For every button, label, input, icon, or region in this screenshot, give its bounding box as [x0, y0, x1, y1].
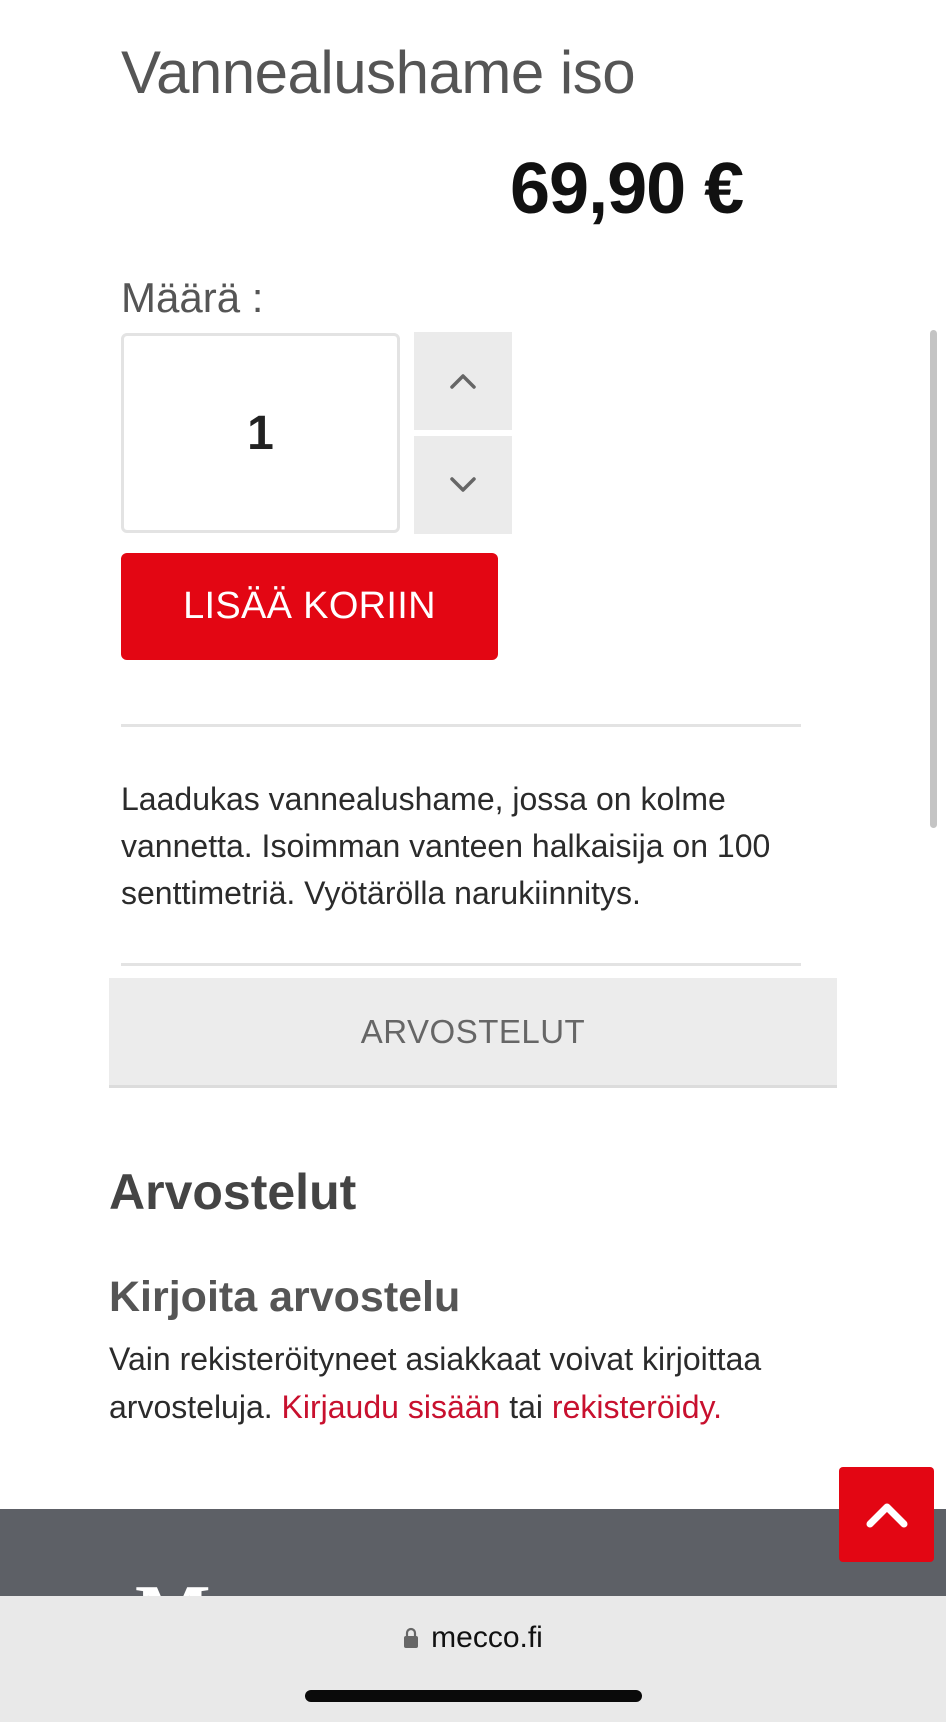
write-review-heading: Kirjoita arvostelu [109, 1273, 461, 1321]
tab-reviews[interactable]: ARVOSTELUT [109, 978, 837, 1088]
chevron-down-icon [450, 477, 476, 492]
login-link[interactable]: Kirjaudu sisään [282, 1389, 501, 1425]
quantity-decrease-button[interactable] [414, 436, 512, 534]
chevron-up-icon [450, 374, 476, 389]
browser-url-text: mecco.fi [431, 1621, 543, 1654]
reviews-login-note: Vain rekisteröityneet asiakkaat voivat k… [109, 1335, 849, 1431]
back-to-top-button[interactable] [839, 1467, 934, 1562]
scrollbar[interactable] [930, 330, 937, 828]
chevron-up-icon [866, 1503, 907, 1527]
product-price: 69,90 € [510, 149, 744, 229]
divider [121, 963, 801, 966]
product-title: Vannealushame iso [121, 39, 636, 106]
add-to-cart-button[interactable]: LISÄÄ KORIIN [121, 553, 498, 660]
or-text: tai [509, 1389, 544, 1425]
lock-icon [404, 1627, 419, 1648]
quantity-label: Määrä : [121, 274, 264, 321]
divider [121, 724, 801, 727]
home-indicator [305, 1690, 642, 1702]
quantity-input[interactable] [124, 405, 397, 461]
browser-address-bar [0, 1596, 946, 1722]
quantity-increase-button[interactable] [414, 332, 512, 430]
browser-url[interactable]: mecco.fi [0, 1621, 946, 1655]
register-link[interactable]: rekisteröidy. [552, 1389, 722, 1425]
reviews-heading: Arvostelut [109, 1164, 357, 1220]
quantity-field-wrapper [121, 333, 400, 533]
product-description: Laadukas vannealushame, jossa on kolme v… [121, 781, 771, 911]
